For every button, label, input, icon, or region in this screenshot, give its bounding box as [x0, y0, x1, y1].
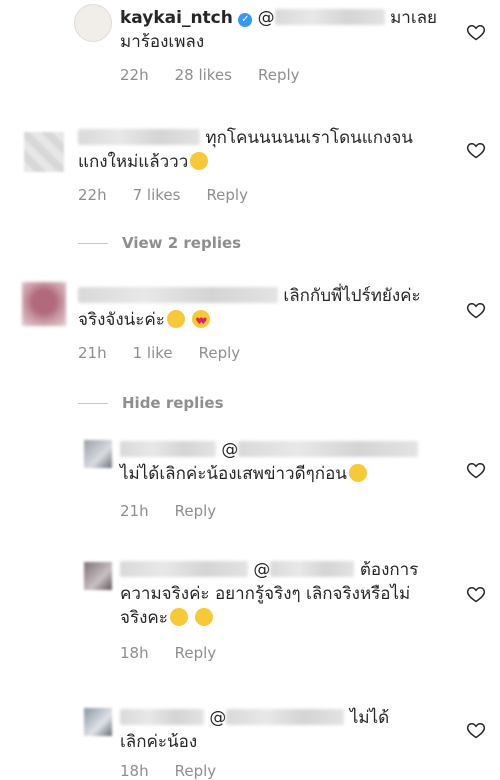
timestamp: 22h [120, 66, 149, 84]
avatar[interactable] [84, 562, 112, 590]
timestamp: 21h [78, 344, 107, 362]
pleading-face-icon [195, 608, 214, 626]
laughing-emoji-icon [190, 152, 209, 170]
blurred-username [274, 9, 385, 25]
comment-body-line: ต้องการ [359, 560, 419, 580]
reply-button[interactable]: Reply [175, 644, 217, 662]
hide-replies-toggle[interactable]: Hide replies [78, 394, 224, 412]
comment-meta: 22h 7 likes Reply [78, 186, 274, 204]
heart-outline-icon[interactable] [466, 140, 486, 160]
comment-meta: 21h 1 like Reply [78, 344, 266, 362]
reply-button[interactable]: Reply [175, 502, 217, 520]
blurred-username [270, 561, 355, 577]
comment-body-line: ความจริงค่ะ อยากรู้จริงๆ เลิกจริงหรือไม่ [120, 584, 411, 604]
comment-body-line: แกงใหม่แล้ววว [78, 152, 189, 172]
heart-eyes-emoji-icon [192, 310, 211, 334]
reply-item: @ ต้องการ ความจริงค่ะ อยากรู้จริงๆ เลิกจ… [0, 552, 500, 672]
comment-item: kaykai_ntch ✓ @ มาเลย มาร้องเพลง 22h 28 l… [0, 0, 500, 100]
avatar[interactable] [84, 708, 112, 736]
reply-button[interactable]: Reply [175, 762, 217, 780]
comment-meta: 22h 28 likes Reply [120, 66, 326, 84]
comment-text: เลิกกับพี่ไปร์ทยังค่ะ จริงจังน่ะค่ะ [78, 284, 458, 334]
heart-outline-icon[interactable] [466, 460, 486, 480]
pleading-face-icon [169, 608, 188, 626]
pleading-face-icon [166, 310, 185, 328]
comment-body-line: ไม่ได้ [349, 708, 390, 728]
likes-count[interactable]: 7 likes [133, 186, 181, 204]
reply-item: @ ไม่ได้เลิกค่ะน้องเสพข่าวดีๆก่อน 21h Rep… [0, 432, 500, 532]
view-replies-toggle[interactable]: View 2 replies [78, 234, 241, 252]
blurred-username [78, 287, 278, 303]
comment-meta: 21h Reply [120, 502, 242, 520]
avatar[interactable] [22, 282, 66, 326]
reply-item: @ ไม่ได้ เลิกค่ะน้อง 18h Reply [0, 700, 500, 780]
comment-text: @ ไม่ได้เลิกค่ะน้องเสพข่าวดีๆก่อน [120, 438, 460, 486]
comment-text: @ ต้องการ ความจริงค่ะ อยากรู้จริงๆ เลิกจ… [120, 558, 460, 630]
blurred-username [78, 129, 200, 145]
reply-button[interactable]: Reply [258, 66, 300, 84]
heart-outline-icon[interactable] [466, 584, 486, 604]
avatar[interactable] [24, 132, 64, 172]
heart-outline-icon[interactable] [466, 300, 486, 320]
verified-badge-icon: ✓ [238, 13, 253, 27]
comment-body-line: จริงจังน่ะค่ะ [78, 310, 165, 330]
reply-button[interactable]: Reply [206, 186, 248, 204]
blurred-username [120, 441, 216, 457]
timestamp: 22h [78, 186, 107, 204]
comment-item: เลิกกับพี่ไปร์ทยังค่ะ จริงจังน่ะค่ะ 21h 1… [0, 268, 500, 418]
comment-text: @ ไม่ได้ เลิกค่ะน้อง [120, 706, 460, 754]
timestamp: 21h [120, 502, 149, 520]
timestamp: 18h [120, 762, 149, 780]
comment-meta: 18h Reply [120, 762, 242, 780]
comment-body-line: มาเลย [390, 8, 438, 28]
comment-body-line: ไม่ได้เลิกค่ะน้องเสพข่าวดีๆก่อน [120, 464, 347, 484]
comment-body-line: จริงคะ [120, 608, 168, 628]
mention[interactable]: @ [258, 8, 275, 28]
likes-count[interactable]: 28 likes [175, 66, 232, 84]
blurred-username [238, 441, 419, 457]
mention[interactable]: @ [209, 708, 226, 728]
mention[interactable]: @ [253, 560, 270, 580]
comment-body-line: เลิกค่ะน้อง [120, 732, 198, 752]
mention[interactable]: @ [221, 440, 238, 460]
blurred-username [120, 561, 248, 577]
avatar[interactable] [84, 440, 112, 468]
username[interactable]: kaykai_ntch [120, 8, 233, 28]
blurred-username [120, 709, 204, 725]
avatar[interactable] [74, 4, 112, 42]
comment-body-line: ทุกโคนนนนนเราโดนแกงจน [205, 128, 413, 148]
timestamp: 18h [120, 644, 149, 662]
comment-meta: 18h Reply [120, 644, 242, 662]
blurred-username [226, 709, 345, 725]
comment-text: kaykai_ntch ✓ @ มาเลย มาร้องเพลง [120, 6, 450, 54]
heart-outline-icon[interactable] [466, 22, 486, 42]
comment-body-line: เลิกกับพี่ไปร์ทยังค่ะ [283, 286, 421, 306]
likes-count[interactable]: 1 like [133, 344, 173, 362]
reply-button[interactable]: Reply [199, 344, 241, 362]
comment-item: ทุกโคนนนนนเราโดนแกงจน แกงใหม่แล้ววว 22h 7… [0, 110, 500, 260]
grimace-emoji-icon [348, 464, 367, 482]
comment-body-line: มาร้องเพลง [120, 32, 205, 52]
comment-text: ทุกโคนนนนนเราโดนแกงจน แกงใหม่แล้ววว [78, 126, 458, 174]
heart-outline-icon[interactable] [466, 720, 486, 740]
